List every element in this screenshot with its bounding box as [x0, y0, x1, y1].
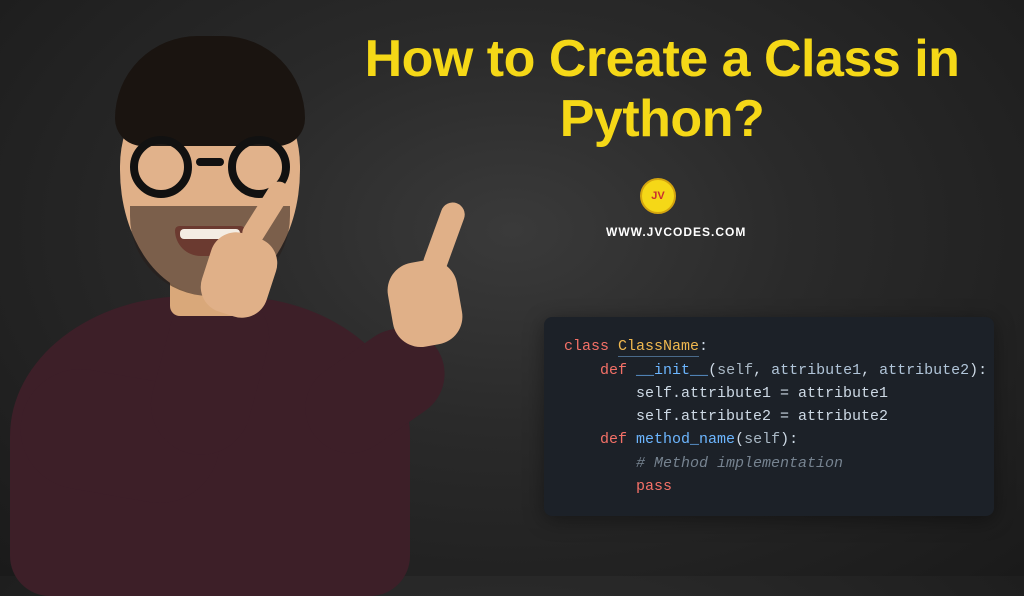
keyword-def-2: def	[600, 431, 627, 448]
class-name: ClassName	[618, 338, 699, 357]
glasses-icon	[130, 136, 290, 196]
page-title: How to Create a Class in Python?	[340, 30, 984, 150]
keyword-pass: pass	[636, 478, 672, 495]
code-line-6: def method_name(self):	[564, 428, 974, 451]
colon: :	[699, 338, 708, 355]
glasses-bridge	[196, 158, 224, 166]
logo-icon: JV	[640, 178, 676, 214]
code-snippet: class ClassName: def __init__(self, attr…	[544, 317, 994, 516]
hair-shape	[115, 36, 305, 146]
code-line-7: # Method implementation	[564, 452, 974, 475]
code-line-8: pass	[564, 475, 974, 498]
code-line-3: self.attribute1 = attribute1	[564, 382, 974, 405]
lens-left	[130, 136, 192, 198]
keyword-def: def	[600, 362, 627, 379]
fn-init: __init__	[636, 362, 708, 379]
code-line-1: class ClassName:	[564, 335, 974, 358]
finger-right	[420, 199, 468, 278]
code-line-2: def __init__(self, attribute1, attribute…	[564, 359, 974, 382]
fn-method: method_name	[636, 431, 735, 448]
comment: # Method implementation	[636, 455, 843, 472]
keyword-class: class	[564, 338, 609, 355]
code-line-4: self.attribute2 = attribute2	[564, 405, 974, 428]
logo-block: JV	[640, 178, 676, 214]
site-url: WWW.JVCODES.COM	[606, 225, 746, 239]
